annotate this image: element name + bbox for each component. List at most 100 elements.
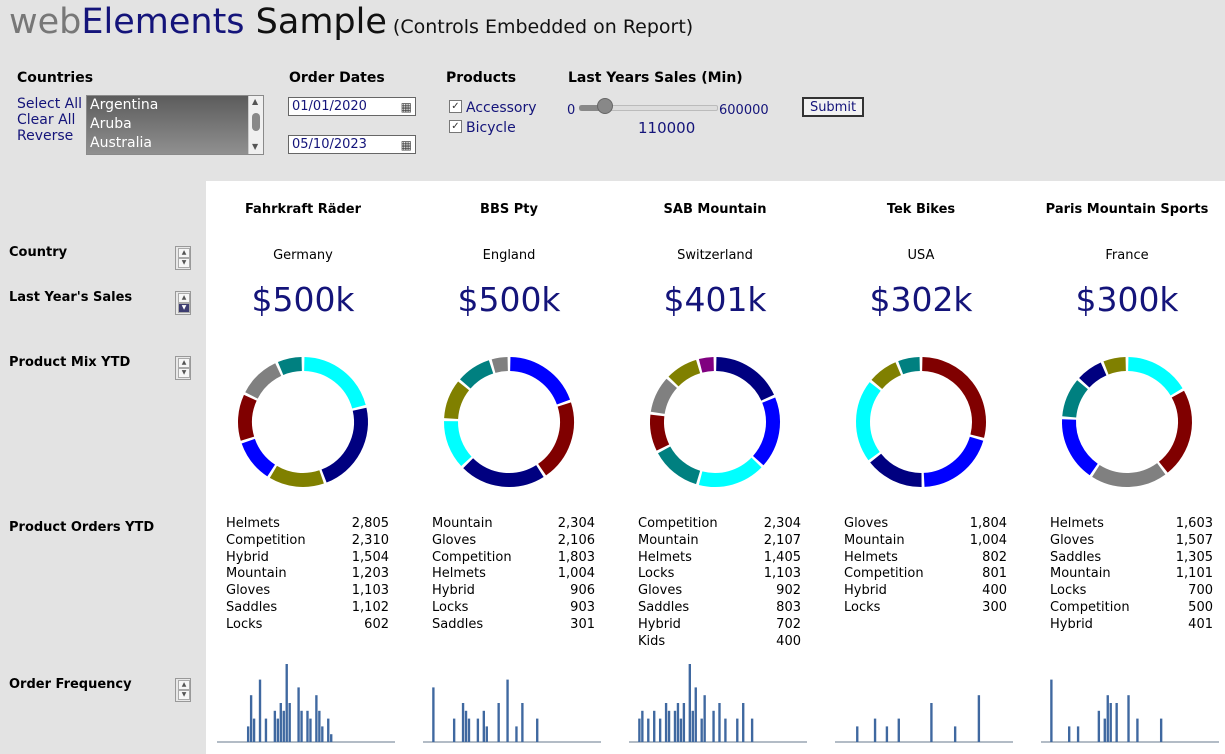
- donut-slice: [668, 359, 701, 387]
- sort-up-icon[interactable]: ▲: [178, 293, 190, 303]
- order-count: 300: [982, 599, 1007, 615]
- order-frequency-chart: [217, 664, 395, 743]
- order-product: Mountain: [638, 532, 699, 548]
- customer-country: England: [482, 248, 536, 263]
- row-label-last-year-sales: Last Year's Sales: [9, 290, 133, 305]
- order-count: 903: [570, 599, 595, 615]
- order-product: Mountain: [1050, 566, 1111, 582]
- customer-name: Paris Mountain Sports: [1045, 202, 1209, 217]
- frequency-bar: [977, 695, 981, 742]
- donut-slice: [303, 357, 366, 409]
- sort-down-icon[interactable]: ▼: [178, 690, 190, 700]
- scroll-thumb[interactable]: [252, 113, 260, 131]
- frequency-bar: [1115, 703, 1118, 742]
- order-product: Mountain: [432, 516, 493, 531]
- frequency-bar: [506, 679, 509, 742]
- country-option[interactable]: Aruba: [87, 115, 263, 134]
- list-item: Mountain 2,107: [638, 533, 801, 550]
- accessory-label[interactable]: Accessory: [466, 100, 537, 116]
- listbox-scrollbar[interactable]: ▲ ▼: [248, 96, 263, 154]
- order-frequency-chart: [1041, 679, 1219, 743]
- sort-up-icon[interactable]: ▲: [178, 680, 190, 690]
- sort-up-icon[interactable]: ▲: [178, 248, 190, 258]
- clear-all-link[interactable]: Clear All: [17, 112, 75, 128]
- frequency-bar: [682, 703, 686, 742]
- sort-down-icon[interactable]: ▼: [178, 258, 190, 268]
- frequency-bar: [1076, 726, 1080, 742]
- sort-down-icon[interactable]: ▼: [178, 368, 190, 378]
- country-option[interactable]: Argentina: [87, 96, 263, 115]
- customer-sales: $302k: [869, 280, 973, 319]
- order-product: Hybrid: [1050, 616, 1093, 632]
- donut-slice: [1092, 462, 1166, 487]
- order-dates-label: Order Dates: [289, 70, 385, 86]
- scroll-up-icon[interactable]: ▲: [252, 97, 258, 106]
- customer-name: Tek Bikes: [886, 202, 956, 217]
- list-item: Locks 300: [844, 600, 1007, 617]
- list-item: Competition 2,304: [638, 516, 801, 533]
- list-item: Gloves 1,507: [1050, 533, 1213, 550]
- list-item: Saddles 803: [638, 600, 801, 617]
- frequency-bar: [712, 710, 715, 742]
- product-mix-donut: [856, 357, 986, 488]
- order-count: 1,203: [351, 566, 389, 582]
- sort-up-icon[interactable]: ▲: [178, 358, 190, 368]
- frequency-bar: [1109, 703, 1112, 742]
- frequency-bar: [691, 710, 694, 742]
- accessory-checkbox[interactable]: ✓: [449, 100, 462, 113]
- start-date-input[interactable]: 01/01/2020 ▦: [288, 97, 416, 116]
- list-item: Locks 903: [432, 600, 595, 617]
- frequency-bar: [897, 718, 900, 742]
- country-option[interactable]: Australia: [87, 134, 263, 153]
- title-web: web: [9, 2, 82, 42]
- donut-slice: [752, 397, 780, 466]
- sales-min-label: Last Years Sales (Min): [568, 70, 743, 86]
- sort-down-icon[interactable]: ▼: [178, 303, 190, 313]
- order-product: Mountain: [226, 566, 287, 582]
- order-count: 1,504: [351, 549, 389, 565]
- countries-listbox[interactable]: Argentina Aruba Australia ▲ ▼: [86, 95, 264, 155]
- sort-sales-button[interactable]: ▲ ▼: [175, 291, 191, 315]
- bicycle-checkbox[interactable]: ✓: [449, 120, 462, 133]
- order-count: 1,803: [557, 549, 595, 565]
- frequency-bar: [658, 718, 662, 742]
- order-product: Competition: [1050, 599, 1130, 615]
- frequency-bar: [297, 687, 300, 742]
- slider-handle[interactable]: [597, 98, 614, 114]
- calendar-icon[interactable]: ▦: [401, 99, 412, 116]
- list-item: Locks 1,103: [638, 566, 801, 583]
- order-product: Hybrid: [638, 616, 681, 632]
- order-count: 2,304: [557, 516, 595, 531]
- sort-country-button[interactable]: ▲ ▼: [175, 246, 191, 270]
- select-all-link[interactable]: Select All: [17, 96, 82, 112]
- product-orders-list: Mountain 2,304 Gloves 2,106 Competition 1,803…: [432, 516, 595, 634]
- order-count: 1,507: [1175, 532, 1213, 548]
- end-date-input[interactable]: 05/10/2023 ▦: [288, 135, 416, 154]
- donut-slice: [321, 407, 368, 483]
- frequency-bar: [688, 664, 691, 742]
- frequency-bar: [873, 718, 877, 742]
- products-label: Products: [446, 70, 517, 86]
- order-product: Locks: [844, 599, 881, 615]
- donut-slice: [277, 357, 303, 376]
- scroll-down-icon[interactable]: ▼: [252, 142, 258, 151]
- customer-sales: $401k: [663, 280, 767, 319]
- frequency-bar: [1127, 695, 1130, 742]
- submit-button[interactable]: Submit: [802, 97, 864, 117]
- frequency-bar: [282, 710, 285, 742]
- reverse-link[interactable]: Reverse: [17, 128, 73, 144]
- order-count: 2,106: [557, 532, 595, 548]
- order-product: Hybrid: [844, 583, 887, 599]
- order-count: 1,004: [969, 532, 1007, 548]
- calendar-icon[interactable]: ▦: [401, 137, 412, 154]
- frequency-bar: [536, 718, 539, 742]
- order-count: 301: [570, 616, 595, 632]
- sort-mix-button[interactable]: ▲ ▼: [175, 356, 191, 380]
- order-count: 2,805: [351, 516, 389, 531]
- bicycle-label[interactable]: Bicycle: [466, 120, 516, 136]
- frequency-bar: [249, 695, 253, 742]
- sort-frequency-button[interactable]: ▲ ▼: [175, 678, 191, 702]
- frequency-bar: [497, 703, 500, 742]
- frequency-bar: [252, 718, 256, 742]
- donut-slice: [871, 362, 902, 390]
